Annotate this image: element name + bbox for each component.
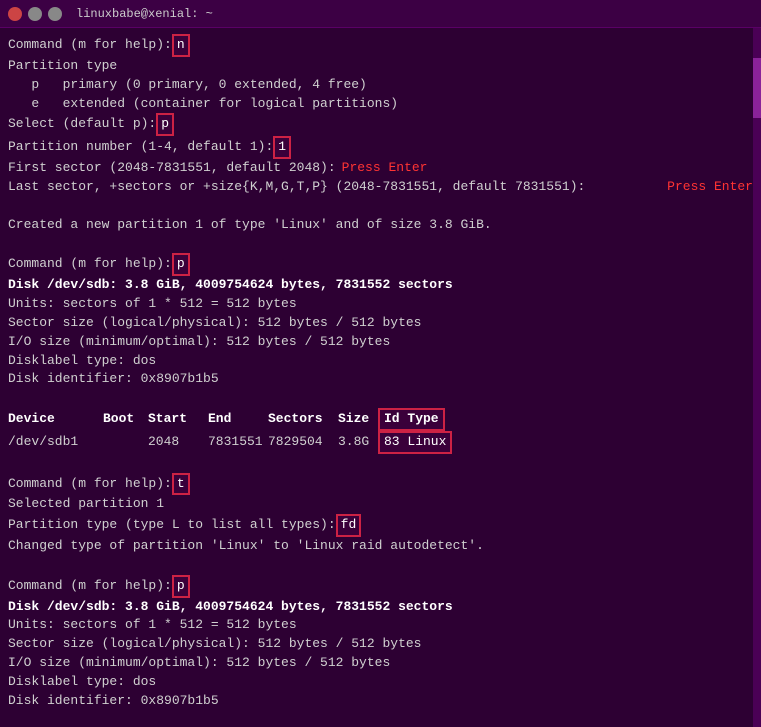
- blank-line: [8, 234, 753, 253]
- terminal-line: Partition type: [8, 57, 753, 76]
- scrollbar-thumb[interactable]: [753, 58, 761, 118]
- terminal-line: e extended (container for logical partit…: [8, 95, 753, 114]
- blank-line: [8, 556, 753, 575]
- blank-line: [8, 197, 753, 216]
- window-title: linuxbabe@xenial: ~: [76, 7, 213, 21]
- terminal-line: Changed type of partition 'Linux' to 'Li…: [8, 537, 753, 556]
- terminal-line: Last sector, +sectors or +size{K,M,G,T,P…: [8, 178, 753, 197]
- table-header-row: Device Boot Start End Sectors Size Id Ty…: [8, 408, 753, 431]
- size-1: 3.8G: [338, 433, 378, 452]
- blank-line: [8, 454, 753, 473]
- blank-line: [8, 389, 753, 408]
- terminal-line: Disklabel type: dos: [8, 352, 753, 371]
- terminal[interactable]: Command (m for help): n Partition type p…: [0, 28, 761, 727]
- cmd-input-p2: p: [172, 575, 190, 598]
- part-num-1: 1: [273, 136, 291, 159]
- terminal-line: First sector (2048-7831551, default 2048…: [8, 159, 753, 178]
- select-p: p: [156, 113, 174, 136]
- terminal-line: I/O size (minimum/optimal): 512 bytes / …: [8, 333, 753, 352]
- cmd-input-t: t: [172, 473, 190, 496]
- terminal-line: Disk /dev/sdb: 3.8 GiB, 4009754624 bytes…: [8, 276, 753, 295]
- table-data-row: /dev/sdb1 2048 7831551 7829504 3.8G 83 L…: [8, 431, 753, 454]
- terminal-line: p primary (0 primary, 0 extended, 4 free…: [8, 76, 753, 95]
- terminal-line: Sector size (logical/physical): 512 byte…: [8, 314, 753, 333]
- dev-sdb1-1: /dev/sdb1: [8, 433, 103, 452]
- terminal-line: Command (m for help): p: [8, 575, 753, 598]
- sectors-1: 7829504: [268, 433, 338, 452]
- press-enter-2: Press Enter: [667, 178, 753, 197]
- terminal-line: Partition number (1-4, default 1): 1: [8, 136, 753, 159]
- terminal-line: I/O size (minimum/optimal): 512 bytes / …: [8, 654, 753, 673]
- cmd-input-fd: fd: [336, 514, 362, 537]
- cmd-prompt: Command (m for help):: [8, 36, 172, 55]
- terminal-line: Disklabel type: dos: [8, 673, 753, 692]
- scrollbar[interactable]: [753, 28, 761, 727]
- terminal-line: Created a new partition 1 of type 'Linux…: [8, 216, 753, 235]
- col-start: Start: [148, 410, 208, 429]
- col-device: Device: [8, 410, 103, 429]
- col-end: End: [208, 410, 268, 429]
- terminal-line: Sector size (logical/physical): 512 byte…: [8, 635, 753, 654]
- id-type-val-1: 83 Linux: [378, 431, 452, 454]
- terminal-line: Disk identifier: 0x8907b1b5: [8, 692, 753, 711]
- terminal-line: Selected partition 1: [8, 495, 753, 514]
- press-enter-1: Press Enter: [342, 159, 428, 178]
- close-btn[interactable]: [8, 7, 22, 21]
- col-size: Size: [338, 410, 378, 429]
- end-1: 7831551: [208, 433, 268, 452]
- maximize-btn[interactable]: [48, 7, 62, 21]
- blank-line: [8, 711, 753, 727]
- terminal-line: Command (m for help): p: [8, 253, 753, 276]
- terminal-line: Disk /dev/sdb: 3.8 GiB, 4009754624 bytes…: [8, 598, 753, 617]
- terminal-line: Select (default p): p: [8, 113, 753, 136]
- title-bar: linuxbabe@xenial: ~: [0, 0, 761, 28]
- terminal-line: Command (m for help): n: [8, 34, 753, 57]
- terminal-line: Disk identifier: 0x8907b1b5: [8, 370, 753, 389]
- cmd-input-p1: p: [172, 253, 190, 276]
- col-id-type-box1: Id Type: [378, 408, 445, 431]
- col-sectors: Sectors: [268, 410, 338, 429]
- terminal-line: Units: sectors of 1 * 512 = 512 bytes: [8, 295, 753, 314]
- minimize-btn[interactable]: [28, 7, 42, 21]
- cmd-input-n: n: [172, 34, 190, 57]
- col-boot: Boot: [103, 410, 148, 429]
- terminal-line: Units: sectors of 1 * 512 = 512 bytes: [8, 616, 753, 635]
- terminal-line: Command (m for help): t: [8, 473, 753, 496]
- start-1: 2048: [148, 433, 208, 452]
- terminal-line: Partition type (type L to list all types…: [8, 514, 753, 537]
